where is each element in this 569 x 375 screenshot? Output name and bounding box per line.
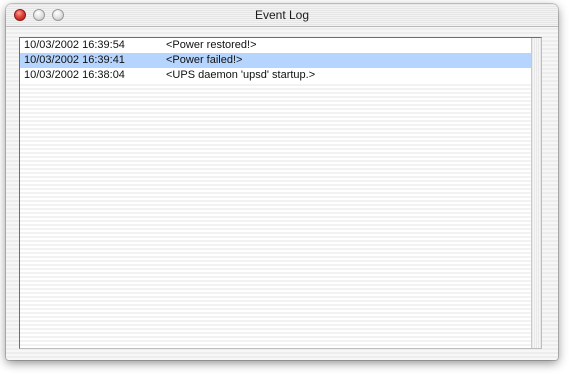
log-list[interactable]: 10/03/2002 16:39:54 <Power restored!> 10/…	[20, 38, 532, 348]
log-timestamp: 10/03/2002 16:39:41	[24, 54, 125, 66]
vertical-scrollbar[interactable]	[531, 38, 541, 348]
title-bar[interactable]: Event Log	[6, 4, 558, 27]
log-row[interactable]: 10/03/2002 16:39:54 <Power restored!>	[20, 38, 532, 53]
log-message: <UPS daemon 'upsd' startup.>	[166, 69, 316, 81]
window-title: Event Log	[254, 8, 310, 22]
log-list-frame: 10/03/2002 16:39:54 <Power restored!> 10/…	[19, 37, 542, 349]
log-message: <Power restored!>	[166, 39, 257, 51]
event-log-window: Event Log 10/03/2002 16:39:54 <Power rest…	[6, 4, 558, 360]
log-timestamp: 10/03/2002 16:39:54	[24, 39, 125, 51]
log-row-selected[interactable]: 10/03/2002 16:39:41 <Power failed!>	[20, 53, 532, 68]
log-row[interactable]: 10/03/2002 16:38:04 <UPS daemon 'upsd' st…	[20, 68, 532, 83]
log-message: <Power failed!>	[166, 54, 243, 66]
log-timestamp: 10/03/2002 16:38:04	[24, 69, 125, 81]
